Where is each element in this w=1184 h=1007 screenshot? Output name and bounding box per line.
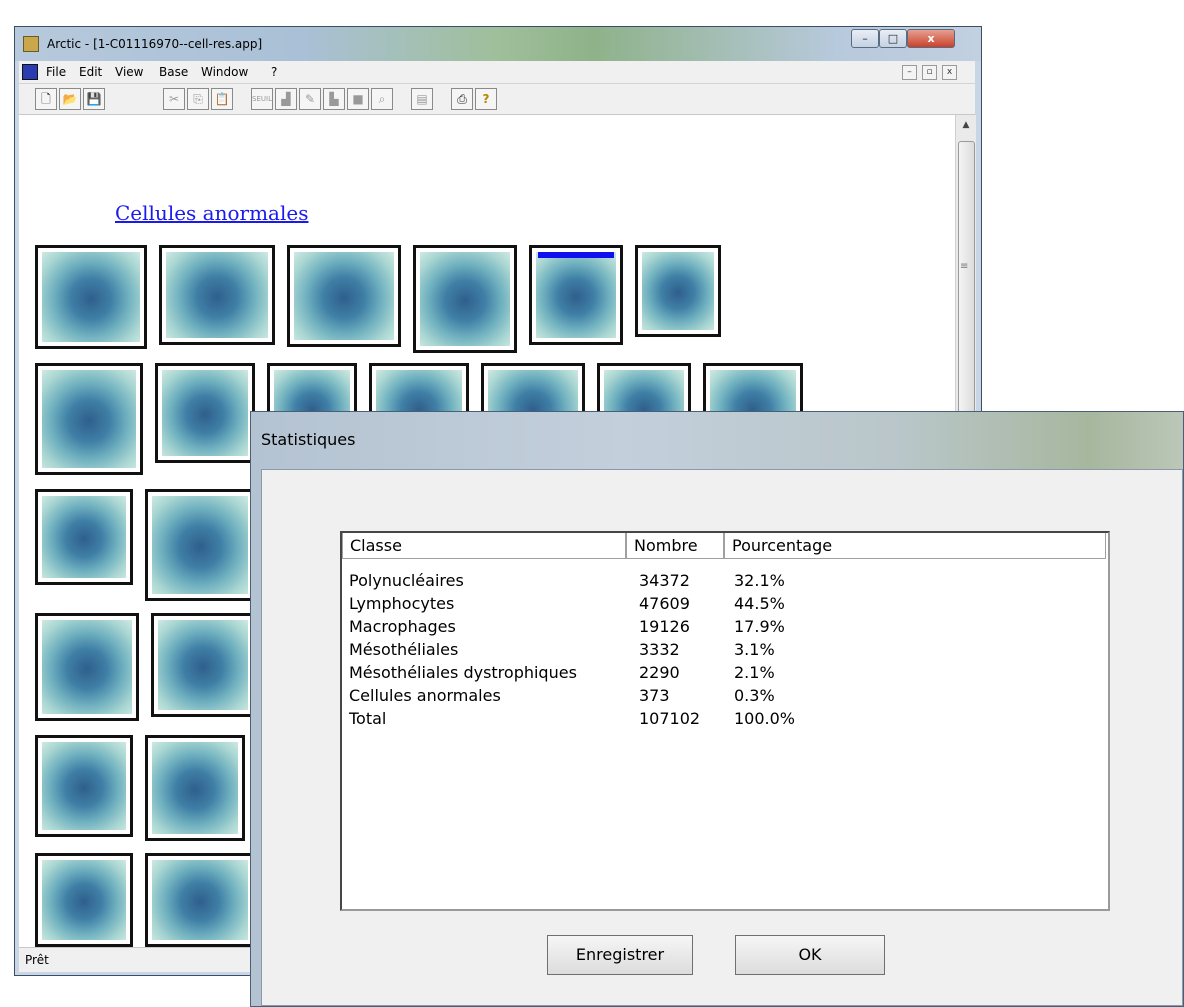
paste-icon[interactable]: 📋: [211, 88, 233, 110]
cell-thumbnail[interactable]: [35, 363, 143, 475]
dialog-title: Statistiques: [261, 430, 356, 449]
column-header-nombre[interactable]: Nombre: [626, 533, 724, 559]
menu-bar: File Edit View Base Window ? – ▫ x: [19, 61, 975, 84]
pencil-icon[interactable]: ✎: [299, 88, 321, 110]
mdi-close-button[interactable]: x: [942, 65, 957, 80]
cell-thumbnail[interactable]: [287, 245, 401, 347]
section-title-link[interactable]: Cellules anormales: [115, 201, 308, 225]
close-button[interactable]: x: [907, 29, 955, 48]
table-row[interactable]: Lymphocytes 47609 44.5%: [342, 594, 1102, 617]
cell-thumbnail[interactable]: [155, 363, 255, 463]
document-menu-icon[interactable]: [22, 64, 38, 80]
toolbar: 🗋 📂 💾 ✂ ⎘ 📋 SEUIL ▟ ✎ ▙ ■ ⌕ ▤ ⎙ ?: [19, 84, 975, 115]
cell-nombre: 47609: [639, 594, 690, 613]
cell-nombre: 373: [639, 686, 670, 705]
cell-classe: Polynucléaires: [349, 571, 464, 590]
app-icon: [23, 36, 39, 52]
scroll-up-arrow-icon[interactable]: ▲: [956, 115, 976, 135]
cell-pourcentage: 100.0%: [734, 709, 796, 728]
table-row[interactable]: Macrophages 19126 17.9%: [342, 617, 1102, 640]
rectangle-icon[interactable]: ■: [347, 88, 369, 110]
menu-view[interactable]: View: [115, 65, 143, 79]
cell-thumbnail[interactable]: [35, 735, 133, 837]
cell-thumbnail[interactable]: [145, 489, 255, 601]
cell-classe: Mésothéliales: [349, 640, 459, 659]
cell-thumbnail[interactable]: [151, 613, 255, 717]
table-row-total[interactable]: Total 107102 100.0%: [342, 709, 1102, 732]
cell-pourcentage: 3.1%: [734, 640, 775, 659]
print-icon[interactable]: ⎙: [451, 88, 473, 110]
menu-edit[interactable]: Edit: [79, 65, 102, 79]
cell-thumbnail-selected[interactable]: [529, 245, 623, 345]
cut-icon[interactable]: ✂: [163, 88, 185, 110]
cell-nombre: 19126: [639, 617, 690, 636]
profile-icon[interactable]: ▙: [323, 88, 345, 110]
maximize-button[interactable]: □: [879, 29, 907, 48]
cell-thumbnail[interactable]: [35, 853, 133, 947]
cell-nombre: 107102: [639, 709, 701, 728]
cell-pourcentage: 0.3%: [734, 686, 775, 705]
cell-thumbnail[interactable]: [145, 735, 245, 841]
menu-window[interactable]: Window: [201, 65, 248, 79]
cell-pourcentage: 44.5%: [734, 594, 785, 613]
cell-thumbnail[interactable]: [145, 853, 255, 947]
cell-nombre: 3332: [639, 640, 680, 659]
mdi-restore-button[interactable]: ▫: [922, 65, 937, 80]
status-text: Prêt: [25, 953, 49, 967]
ok-button[interactable]: OK: [735, 935, 885, 975]
save-icon[interactable]: 💾: [83, 88, 105, 110]
cell-thumbnail[interactable]: [35, 613, 139, 721]
menu-help[interactable]: ?: [271, 65, 277, 79]
cell-nombre: 2290: [639, 663, 680, 682]
column-header-pourcentage[interactable]: Pourcentage: [724, 533, 1106, 559]
title-bar[interactable]: Arctic - [1-C01116970--cell-res.app] – □…: [15, 27, 981, 61]
minimize-button[interactable]: –: [851, 29, 879, 48]
statistics-table[interactable]: Classe Nombre Pourcentage Polynucléaires…: [340, 531, 1110, 911]
cell-thumbnail[interactable]: [35, 245, 147, 349]
mdi-minimize-button[interactable]: –: [902, 65, 917, 80]
window-title: Arctic - [1-C01116970--cell-res.app]: [47, 37, 263, 51]
selection-bar: [538, 252, 614, 258]
statistics-dialog: Statistiques Classe Nombre Pourcentage P…: [250, 411, 1184, 1007]
menu-base[interactable]: Base: [159, 65, 188, 79]
cell-pourcentage: 17.9%: [734, 617, 785, 636]
cell-classe: Total: [349, 709, 387, 728]
cell-classe: Mésothéliales dystrophiques: [349, 663, 577, 682]
cell-pourcentage: 2.1%: [734, 663, 775, 682]
save-button[interactable]: Enregistrer: [547, 935, 693, 975]
threshold-icon[interactable]: SEUIL: [251, 88, 273, 110]
cell-pourcentage: 32.1%: [734, 571, 785, 590]
cell-thumbnail[interactable]: [635, 245, 721, 337]
help-icon[interactable]: ?: [475, 88, 497, 110]
cell-thumbnail[interactable]: [413, 245, 517, 353]
cell-classe: Cellules anormales: [349, 686, 501, 705]
document-icon[interactable]: ▤: [411, 88, 433, 110]
table-row[interactable]: Cellules anormales 373 0.3%: [342, 686, 1102, 709]
menu-file[interactable]: File: [46, 65, 66, 79]
scroll-thumb[interactable]: [958, 141, 975, 443]
cell-classe: Macrophages: [349, 617, 456, 636]
column-header-classe[interactable]: Classe: [342, 533, 626, 559]
new-icon[interactable]: 🗋: [35, 88, 57, 110]
table-row[interactable]: Polynucléaires 34372 32.1%: [342, 571, 1102, 594]
zoom-icon[interactable]: ⌕: [371, 88, 393, 110]
scroll-grip-icon: ≡: [960, 261, 969, 272]
table-row[interactable]: Mésothéliales 3332 3.1%: [342, 640, 1102, 663]
cell-classe: Lymphocytes: [349, 594, 455, 613]
cell-nombre: 34372: [639, 571, 690, 590]
cell-thumbnail[interactable]: [35, 489, 133, 585]
table-row[interactable]: Mésothéliales dystrophiques 2290 2.1%: [342, 663, 1102, 686]
histogram-icon[interactable]: ▟: [275, 88, 297, 110]
copy-icon[interactable]: ⎘: [187, 88, 209, 110]
open-icon[interactable]: 📂: [59, 88, 81, 110]
cell-thumbnail[interactable]: [159, 245, 275, 345]
